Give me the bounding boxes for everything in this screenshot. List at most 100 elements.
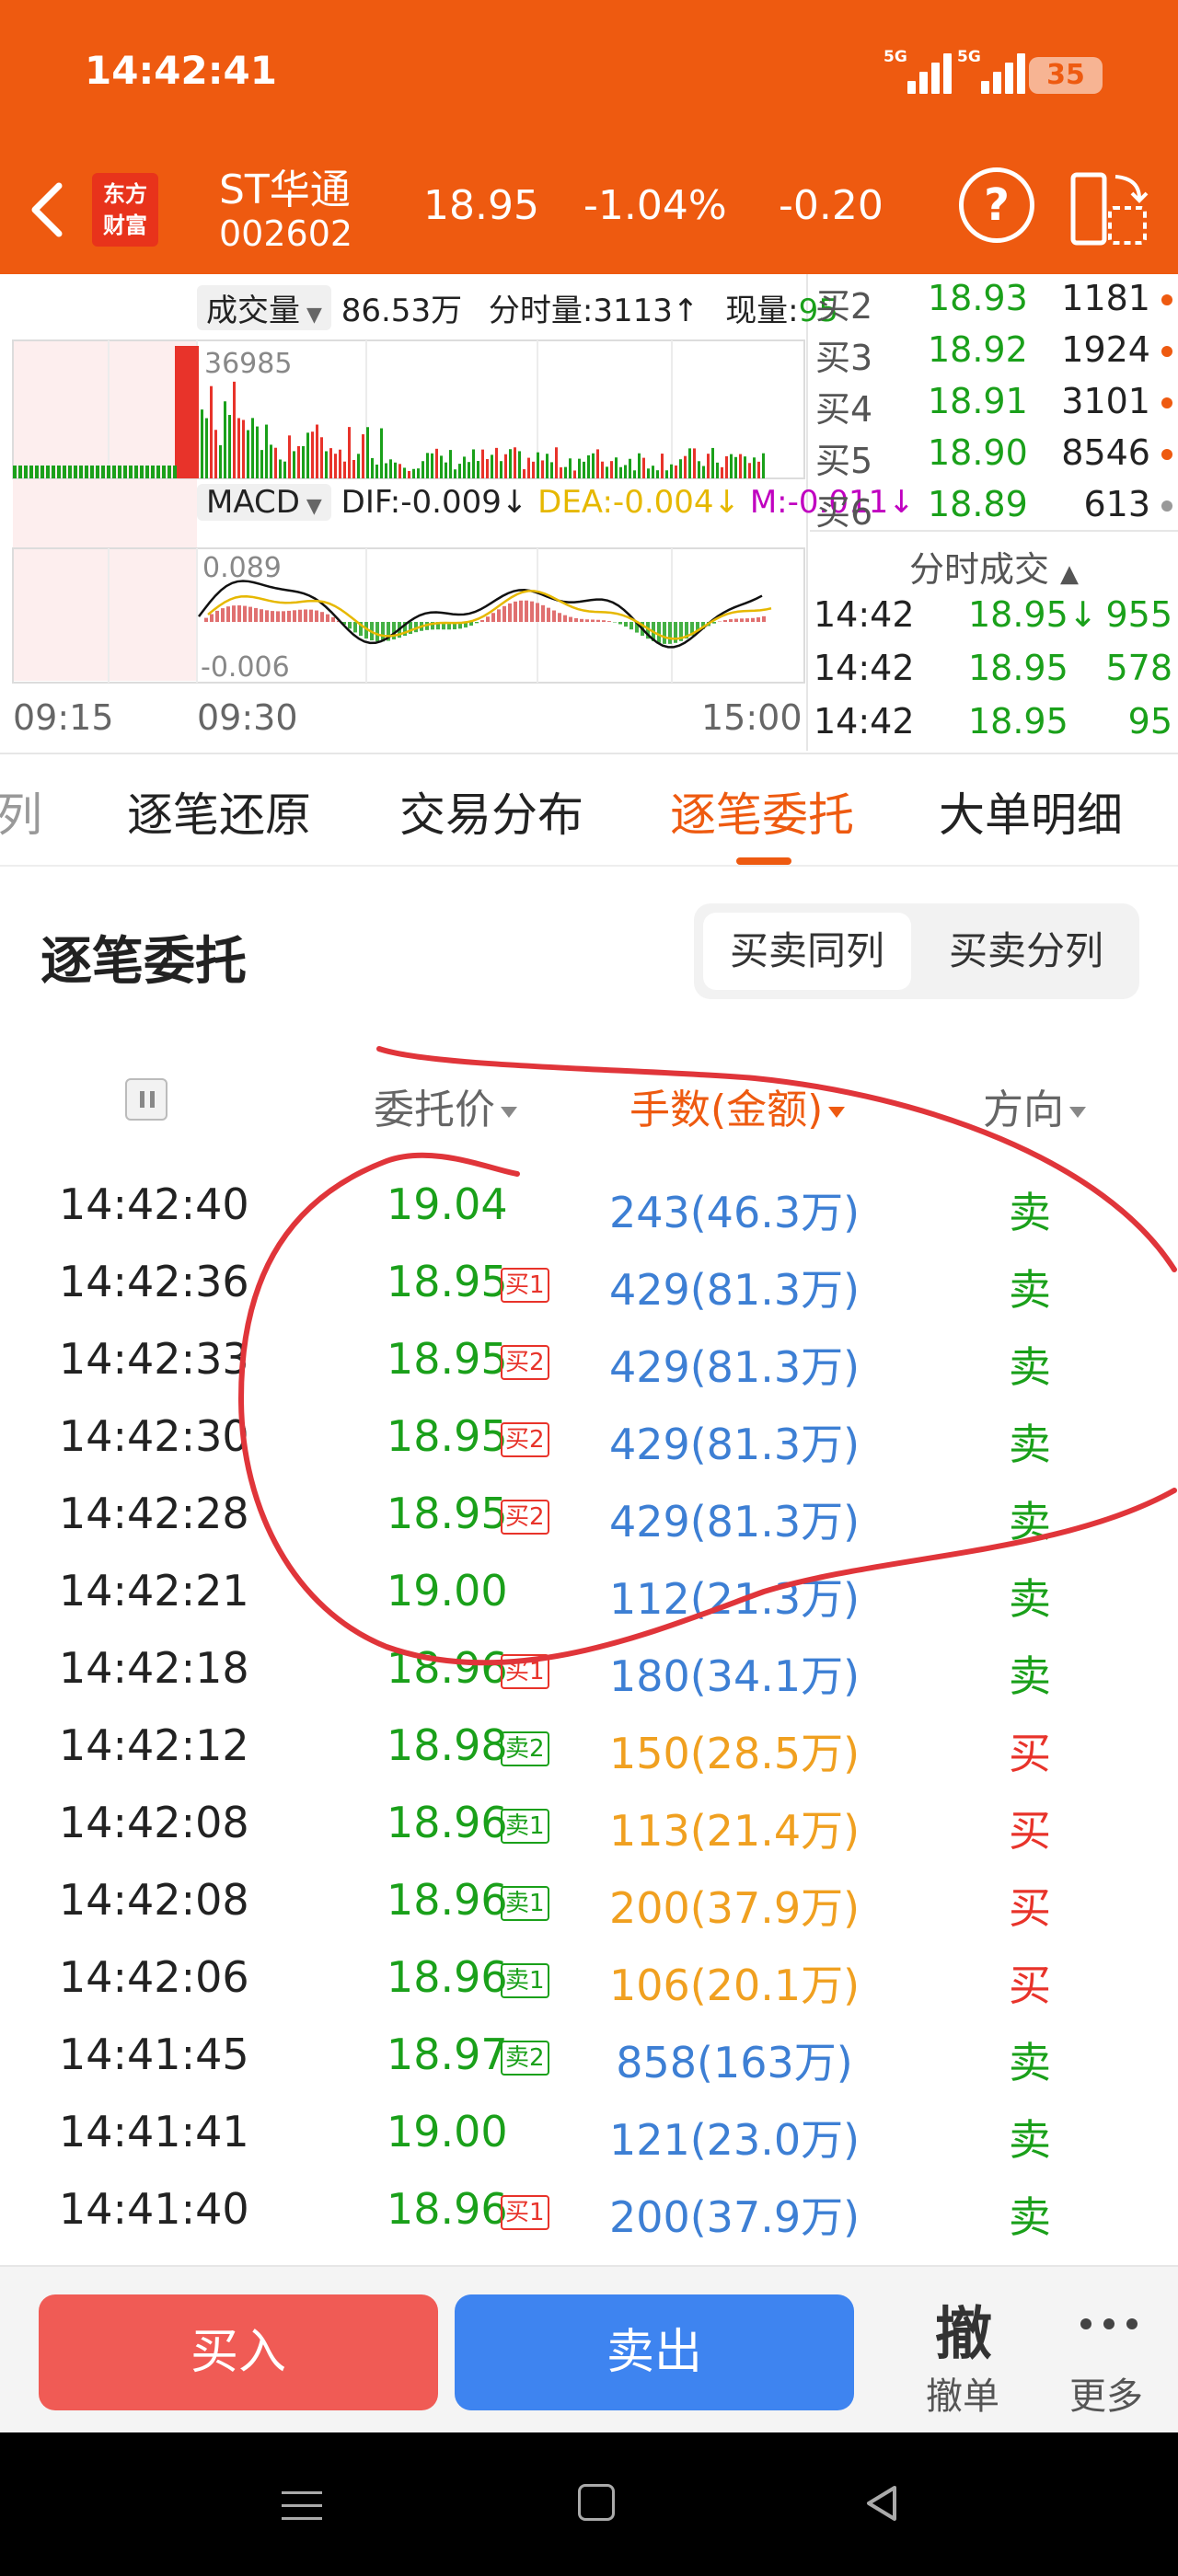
table-row[interactable]: 14:42:33 18.95 买2 429(81.3万) 卖 bbox=[0, 1321, 1178, 1398]
trade-volume: 429(81.3万) bbox=[608, 1342, 860, 1392]
order-level-badge: 买1 bbox=[501, 2195, 549, 2230]
trade-time: 14:42:18 bbox=[59, 1643, 249, 1693]
volume-bar bbox=[274, 447, 277, 478]
mode-combined-button[interactable]: 买卖同列 bbox=[703, 913, 911, 990]
volume-bar bbox=[352, 459, 355, 478]
column-header-price[interactable]: 委托价 bbox=[374, 1076, 517, 1135]
tab-partial[interactable]: 列 bbox=[0, 778, 42, 845]
cancel-order-label[interactable]: 撤单 bbox=[926, 2366, 999, 2420]
volume-indicator-select[interactable]: 成交量 ▼ bbox=[197, 285, 331, 330]
sell-button[interactable]: 卖出 bbox=[455, 2294, 854, 2410]
book-dot-icon bbox=[1161, 500, 1172, 512]
rotate-screen-icon[interactable] bbox=[1068, 167, 1150, 250]
order-book-row[interactable]: 买3 18.92 1924 bbox=[810, 326, 1178, 378]
buy-button[interactable]: 买入 bbox=[39, 2294, 438, 2410]
tab-tick-orders[interactable]: 逐笔委托 bbox=[670, 778, 854, 845]
order-level-badge: 买1 bbox=[501, 1268, 549, 1303]
volume-bar bbox=[260, 450, 263, 478]
more-label[interactable]: 更多 bbox=[1069, 2366, 1143, 2420]
tick-time: 14:42 bbox=[814, 594, 915, 635]
pause-icon[interactable] bbox=[125, 1078, 167, 1121]
order-book[interactable]: 买2 18.93 1181 买3 18.92 1924 买4 18.91 3101 买5 18.90… bbox=[810, 274, 1178, 533]
ticks-title[interactable]: 分时成交 ▲ bbox=[810, 530, 1178, 590]
order-book-row[interactable]: 买2 18.93 1181 bbox=[810, 274, 1178, 327]
trade-volume: 112(21.3万) bbox=[608, 1574, 860, 1624]
macd-bar bbox=[723, 619, 727, 622]
tab-trade-distribution[interactable]: 交易分布 bbox=[399, 778, 583, 845]
table-row[interactable]: 14:42:36 18.95 买1 429(81.3万) 卖 bbox=[0, 1244, 1178, 1321]
volume-bar bbox=[412, 468, 415, 478]
table-row[interactable]: 14:42:12 18.98 卖2 150(28.5万) 买 bbox=[0, 1708, 1178, 1785]
back-arrow-icon[interactable] bbox=[20, 173, 75, 247]
volume-bar bbox=[156, 466, 160, 478]
volume-indicator-label: 成交量 bbox=[206, 293, 300, 329]
macd-bar bbox=[547, 607, 550, 622]
volume-bar bbox=[716, 462, 719, 478]
cancel-order-icon[interactable]: 撤 bbox=[935, 2287, 992, 2370]
table-row[interactable]: 14:41:40 18.96 买1 200(37.9万) 卖 bbox=[0, 2171, 1178, 2248]
macd-indicator-select[interactable]: MACD ▼ bbox=[197, 484, 331, 521]
book-volume: 1181 bbox=[1061, 278, 1150, 318]
nav-menu-icon[interactable] bbox=[282, 2488, 322, 2524]
tick-time: 14:42 bbox=[814, 648, 915, 688]
table-row[interactable]: 14:42:18 18.96 买1 180(34.1万) 卖 bbox=[0, 1630, 1178, 1708]
stock-name: ST华通 bbox=[219, 167, 351, 213]
network-type-2: 5G bbox=[957, 48, 981, 66]
tick-price: 18.95 bbox=[968, 648, 1068, 688]
table-row[interactable]: 14:41:41 19.00 121(23.0万) 卖 bbox=[0, 2094, 1178, 2171]
macd-bar bbox=[514, 601, 517, 622]
volume-bar bbox=[283, 461, 286, 478]
intraday-chart[interactable]: 成交量 ▼ 86.53万 分时量:3113↑ 现量:95 36985 MACD … bbox=[0, 274, 915, 751]
macd-bar bbox=[751, 617, 755, 622]
trade-direction: 卖 bbox=[1009, 1497, 1051, 1547]
order-book-row[interactable]: 买6 18.89 613 bbox=[810, 480, 1178, 533]
macd-bar bbox=[276, 611, 280, 622]
view-mode-toggle: 买卖同列 买卖分列 bbox=[694, 903, 1139, 999]
macd-bar bbox=[497, 609, 501, 622]
volume-bar bbox=[118, 466, 121, 478]
order-book-row[interactable]: 买4 18.91 3101 bbox=[810, 377, 1178, 430]
tick-row: 14:42 18.95↓ 955 bbox=[810, 589, 1178, 642]
order-book-row[interactable]: 买5 18.90 8546 bbox=[810, 429, 1178, 481]
volume-max-label: 36985 bbox=[204, 348, 293, 380]
column-header-direction[interactable]: 方向 bbox=[983, 1076, 1086, 1135]
more-dots-icon[interactable] bbox=[1077, 2287, 1141, 2352]
help-icon[interactable]: ? bbox=[959, 167, 1034, 243]
volume-bar bbox=[730, 454, 733, 478]
table-row[interactable]: 14:42:30 18.95 买2 429(81.3万) 卖 bbox=[0, 1398, 1178, 1476]
macd-bar bbox=[326, 614, 329, 622]
table-row[interactable]: 14:42:21 19.00 112(21.3万) 卖 bbox=[0, 1553, 1178, 1630]
caret-up-icon: ▲ bbox=[1060, 560, 1080, 588]
volume-bar bbox=[514, 447, 516, 478]
macd-bar bbox=[558, 613, 561, 622]
mode-split-button[interactable]: 买卖分列 bbox=[922, 913, 1130, 990]
volume-bar bbox=[96, 466, 99, 478]
nav-back-icon[interactable] bbox=[860, 2480, 906, 2526]
nav-home-icon[interactable] bbox=[578, 2484, 615, 2521]
table-row[interactable]: 14:42:06 18.96 卖1 106(20.1万) 买 bbox=[0, 1939, 1178, 2017]
column-header-volume[interactable]: 手数(金额) bbox=[629, 1076, 846, 1135]
volume-bar bbox=[472, 449, 475, 478]
volume-bar bbox=[256, 426, 259, 478]
volume-bar bbox=[624, 465, 627, 478]
tick-row: 14:42 18.95 95 bbox=[810, 696, 1178, 749]
volume-bar bbox=[440, 455, 443, 478]
tab-tick-restore[interactable]: 逐笔还原 bbox=[127, 778, 311, 845]
trade-direction: 卖 bbox=[1009, 1188, 1051, 1237]
table-row[interactable]: 14:41:45 18.97 卖2 858(163万) 卖 bbox=[0, 2017, 1178, 2094]
ticks-title-label: 分时成交 bbox=[908, 549, 1049, 590]
table-row[interactable]: 14:42:08 18.96 卖1 200(37.9万) 买 bbox=[0, 1862, 1178, 1939]
tab-large-orders[interactable]: 大单明细 bbox=[939, 778, 1123, 845]
volume-bar bbox=[477, 461, 479, 478]
volume-bar bbox=[288, 435, 291, 478]
table-row[interactable]: 14:42:40 19.04 243(46.3万) 卖 bbox=[0, 1167, 1178, 1244]
table-row[interactable]: 14:42:08 18.96 卖1 113(21.4万) 买 bbox=[0, 1785, 1178, 1862]
volume-bar bbox=[762, 453, 765, 478]
volume-bar bbox=[491, 454, 493, 478]
macd-bar bbox=[375, 622, 379, 642]
table-row[interactable]: 14:42:28 18.95 买2 429(81.3万) 卖 bbox=[0, 1476, 1178, 1553]
macd-bar bbox=[756, 617, 760, 622]
order-level-badge: 卖1 bbox=[501, 1886, 549, 1921]
volume-bar bbox=[481, 449, 484, 478]
volume-bar bbox=[145, 466, 149, 478]
